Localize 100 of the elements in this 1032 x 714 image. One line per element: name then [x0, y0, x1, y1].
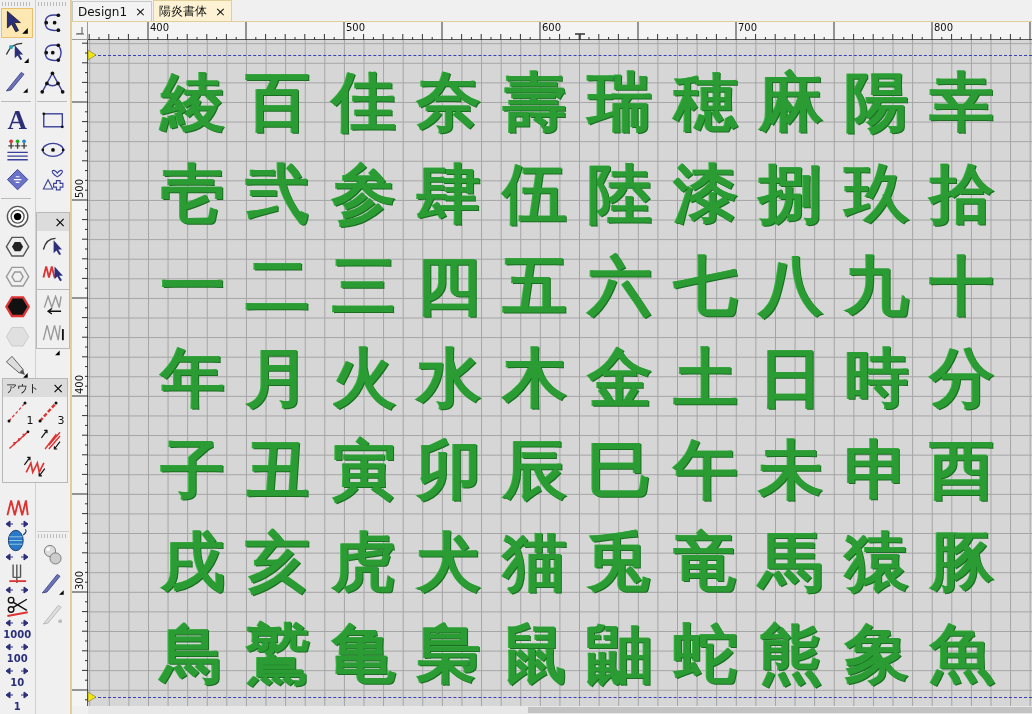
tool-button[interactable]: 3: [35, 399, 66, 426]
zigzag-pointer-icon: [41, 264, 65, 283]
embroidered-character: 五: [501, 248, 568, 325]
ruler-corner-icon[interactable]: [74, 25, 85, 36]
embroidered-character: 弐: [245, 156, 312, 233]
panel-title: アウト: [6, 380, 39, 396]
tool-button[interactable]: [1, 8, 34, 38]
embroidered-character: 酉: [929, 432, 996, 509]
embroidered-character: 象: [843, 616, 910, 693]
embroidered-character: 猿: [843, 524, 910, 601]
embroidered-character: 土: [672, 340, 739, 417]
embroidered-character: 壱: [159, 156, 226, 233]
embroidered-character: 熊: [758, 616, 825, 693]
diamond-icon: [5, 168, 29, 192]
tool-button[interactable]: 100: [1, 652, 34, 666]
embroidered-character: 佳: [329, 64, 397, 141]
embroidered-character: 肆: [416, 156, 483, 233]
embroidered-character: 壽: [501, 64, 568, 141]
embroidered-character: 分: [928, 340, 996, 417]
left-right-arrows-icon: [5, 552, 30, 561]
tool-button[interactable]: 1000: [1, 628, 34, 642]
embroidered-character: 二: [245, 248, 312, 325]
embroidered-character: 鳥: [158, 616, 226, 693]
embroidered-character: 麻: [757, 64, 825, 141]
embroidered-character: 梟: [416, 616, 483, 693]
embroidered-character: 漆: [672, 156, 739, 233]
horizontal-scrollbar[interactable]: [88, 706, 1032, 714]
embroidered-character: 寅: [330, 432, 397, 509]
hoop-limit-icon: [88, 692, 96, 702]
embroidered-character: 巳: [587, 432, 654, 509]
closed-curve-icon: [43, 42, 63, 64]
line-weight-label: 3: [57, 414, 65, 426]
document-tab[interactable]: Design1 ×: [72, 1, 152, 21]
embroidered-character: 穂: [672, 64, 739, 141]
embroidered-character: 玖: [842, 156, 910, 233]
embroidered-character: 月: [245, 340, 312, 417]
ellipse-icon: [39, 142, 66, 158]
embroidered-character: 一: [159, 248, 226, 325]
ruler-label: 500: [74, 178, 85, 198]
target-icon: [5, 205, 29, 229]
embroidered-character: 伍: [500, 156, 568, 233]
embroidered-character: 豚: [928, 524, 996, 601]
tool-button[interactable]: 1: [4, 399, 35, 426]
embroidered-character: 三: [330, 248, 397, 325]
embroidered-character: 子: [159, 432, 226, 509]
knife-icon: [40, 573, 65, 597]
faded-hexagon-icon: [4, 326, 30, 348]
embroidered-character: 亀: [330, 616, 397, 693]
embroidered-character: 瑞: [585, 64, 654, 141]
embroidered-character: 鼬: [587, 616, 654, 693]
tab-label: 陽炎書体: [159, 2, 207, 20]
left-right-arrows-icon: [5, 666, 30, 675]
double-zigzag-icon: [39, 428, 62, 451]
dash-line-icon: [5, 399, 28, 424]
tool-button[interactable]: 1: [1, 700, 34, 714]
embroidered-character: 亥: [245, 524, 312, 601]
left-right-arrows-icon: [5, 618, 30, 627]
embroidered-character: 戌: [159, 524, 226, 601]
embroidered-character: 鷲: [245, 616, 312, 693]
embroidered-character: 金: [586, 340, 654, 417]
embroidered-character: 奈: [415, 64, 483, 141]
tool-button[interactable]: 10: [1, 676, 34, 690]
ruler-label: 600: [542, 22, 563, 33]
ruler-label: 700: [738, 22, 759, 33]
open-curve-icon: [43, 12, 63, 34]
triangle-line-icon: [8, 429, 31, 450]
curve-pointer-icon: [42, 236, 64, 257]
embroidered-character: 未: [757, 432, 825, 509]
document-tab[interactable]: 陽炎書体 ×: [153, 0, 232, 21]
tab-close-button[interactable]: ×: [135, 5, 146, 18]
embroidered-character: 十: [929, 248, 996, 325]
embroidered-character: 魚: [929, 616, 996, 693]
embroidered-character: 竜: [672, 524, 739, 601]
embroidered-character: 陽: [843, 64, 910, 141]
embroidered-character: 犬: [415, 524, 483, 601]
embroidered-character: 辰: [501, 432, 568, 509]
embroidered-character: 幸: [929, 64, 996, 141]
knife-icon: [5, 71, 30, 95]
embroidered-character: 捌: [756, 156, 825, 233]
tool-button[interactable]: A: [1, 105, 34, 135]
embroidered-character: 四: [416, 248, 483, 325]
hoop-marker-icon: [575, 33, 585, 40]
embroidered-character: 申: [843, 432, 910, 509]
zigzag-icon: [5, 498, 29, 517]
embroidered-character: 陸: [587, 156, 654, 233]
left-right-arrows-icon: [5, 690, 30, 699]
close-button[interactable]: ×: [52, 381, 64, 395]
ruler-label: 300: [74, 570, 85, 590]
embroidered-character: 猫: [501, 524, 568, 601]
embroidered-character: 八: [757, 248, 825, 325]
tab-close-button[interactable]: ×: [215, 4, 226, 18]
zigzag-arrows-icon: [23, 455, 47, 478]
left-right-arrows-icon: [5, 642, 30, 651]
close-button[interactable]: ×: [54, 215, 66, 229]
embroidered-character: 虎: [330, 524, 397, 601]
fork-icon: [7, 562, 27, 585]
hex-spiral-icon: [4, 266, 30, 288]
arrow-icon: [5, 10, 29, 36]
peak-curve-icon: [39, 70, 67, 96]
embroidered-character: 鼠: [501, 616, 568, 693]
